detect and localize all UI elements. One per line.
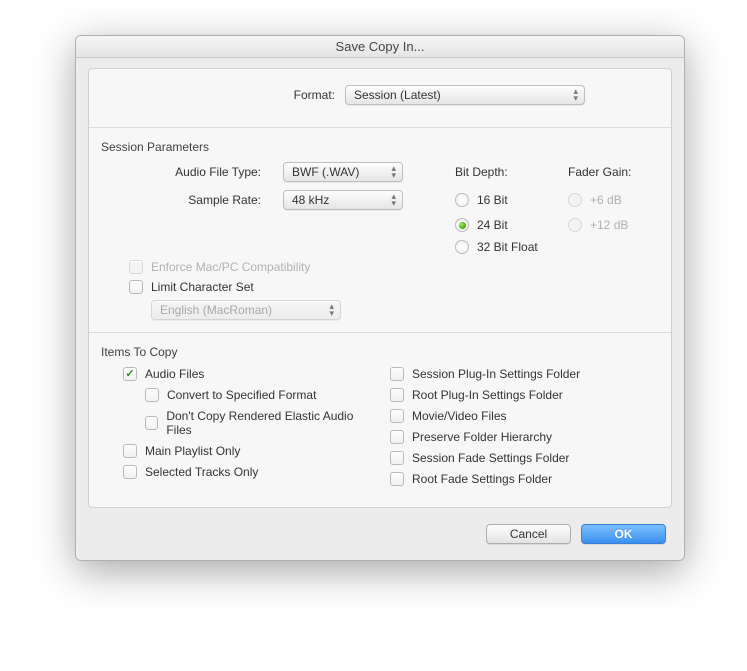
character-set-select: English (MacRoman) ▴▾ [151,300,341,320]
fader-gain-12db: +12 dB [568,218,659,232]
character-set-value: English (MacRoman) [160,303,272,317]
radio-icon [455,193,469,207]
checkbox-label: Preserve Folder Hierarchy [412,430,552,444]
checkbox-icon [129,280,143,294]
radio-icon [568,193,582,207]
enforce-compatibility-checkbox: Enforce Mac/PC Compatibility [129,260,659,274]
checkbox-label: Main Playlist Only [145,444,240,458]
limit-character-set-checkbox[interactable]: Limit Character Set [129,280,659,294]
checkbox-icon [390,388,404,402]
dont-copy-elastic-checkbox[interactable]: Don't Copy Rendered Elastic Audio Files [145,409,370,437]
separator [89,332,671,333]
checkbox-label: Audio Files [145,367,204,381]
checkbox-icon [390,367,404,381]
main-playlist-checkbox[interactable]: Main Playlist Only [123,444,370,458]
checkbox-icon [129,260,143,274]
checkbox-label: Convert to Specified Format [167,388,316,402]
bit-depth-24[interactable]: 24 Bit [455,218,546,232]
checkbox-label: Root Plug-In Settings Folder [412,388,563,402]
checkbox-icon [123,444,137,458]
radio-label: 32 Bit Float [477,240,538,254]
session-parameters-title: Session Parameters [101,140,659,154]
sample-rate-label: Sample Rate: [101,193,261,207]
items-to-copy-title: Items To Copy [101,345,659,359]
ok-button[interactable]: OK [581,524,666,544]
checkbox-label: Root Fade Settings Folder [412,472,552,486]
checkbox-icon [123,367,137,381]
session-plugin-folder-checkbox[interactable]: Session Plug-In Settings Folder [390,367,659,381]
button-row: Cancel OK [88,518,672,548]
checkbox-icon [145,388,159,402]
updown-icon: ▴▾ [573,88,578,102]
root-fade-folder-checkbox[interactable]: Root Fade Settings Folder [390,472,659,486]
format-select[interactable]: Session (Latest) ▴▾ [345,85,585,105]
audio-file-type-value: BWF (.WAV) [292,165,359,179]
fader-gain-label: Fader Gain: [568,165,659,179]
checkbox-icon [145,416,158,430]
radio-label: +6 dB [590,193,622,207]
items-to-copy-panel: Items To Copy Audio Files Convert to Spe… [101,345,659,493]
preserve-hierarchy-checkbox[interactable]: Preserve Folder Hierarchy [390,430,659,444]
sample-rate-select[interactable]: 48 kHz ▴▾ [283,190,403,210]
bit-depth-16[interactable]: 16 Bit [455,193,546,207]
bit-depth-label: Bit Depth: [455,165,546,179]
checkbox-label: Selected Tracks Only [145,465,258,479]
session-fade-folder-checkbox[interactable]: Session Fade Settings Folder [390,451,659,465]
audio-file-type-select[interactable]: BWF (.WAV) ▴▾ [283,162,403,182]
selected-tracks-checkbox[interactable]: Selected Tracks Only [123,465,370,479]
bit-depth-32float[interactable]: 32 Bit Float [455,240,546,254]
audio-file-type-label: Audio File Type: [101,165,261,179]
checkbox-icon [390,451,404,465]
updown-icon: ▴▾ [391,165,396,179]
radio-label: +12 dB [590,218,628,232]
dialog-content: Format: Session (Latest) ▴▾ Session Para… [76,58,684,560]
checkbox-label: Limit Character Set [151,280,254,294]
format-label: Format: [175,88,335,102]
radio-icon [455,240,469,254]
checkbox-icon [123,465,137,479]
movie-video-files-checkbox[interactable]: Movie/Video Files [390,409,659,423]
root-plugin-folder-checkbox[interactable]: Root Plug-In Settings Folder [390,388,659,402]
checkbox-icon [390,472,404,486]
format-panel: Format: Session (Latest) ▴▾ Session Para… [88,68,672,508]
checkbox-label: Session Fade Settings Folder [412,451,569,465]
audio-files-checkbox[interactable]: Audio Files [123,367,370,381]
radio-icon [455,218,469,232]
checkbox-icon [390,430,404,444]
checkbox-label: Session Plug-In Settings Folder [412,367,580,381]
window-title: Save Copy In... [76,36,684,58]
checkbox-label: Don't Copy Rendered Elastic Audio Files [166,409,370,437]
checkbox-label: Movie/Video Files [412,409,507,423]
radio-label: 16 Bit [477,193,508,207]
updown-icon: ▴▾ [391,193,396,207]
separator [89,127,671,128]
radio-label: 24 Bit [477,218,508,232]
updown-icon: ▴▾ [329,303,334,317]
save-copy-dialog: Save Copy In... Format: Session (Latest)… [75,35,685,561]
checkbox-label: Enforce Mac/PC Compatibility [151,260,310,274]
cancel-button[interactable]: Cancel [486,524,571,544]
format-select-value: Session (Latest) [354,88,441,102]
fader-gain-6db: +6 dB [568,193,659,207]
sample-rate-value: 48 kHz [292,193,329,207]
radio-icon [568,218,582,232]
checkbox-icon [390,409,404,423]
convert-format-checkbox[interactable]: Convert to Specified Format [145,388,370,402]
